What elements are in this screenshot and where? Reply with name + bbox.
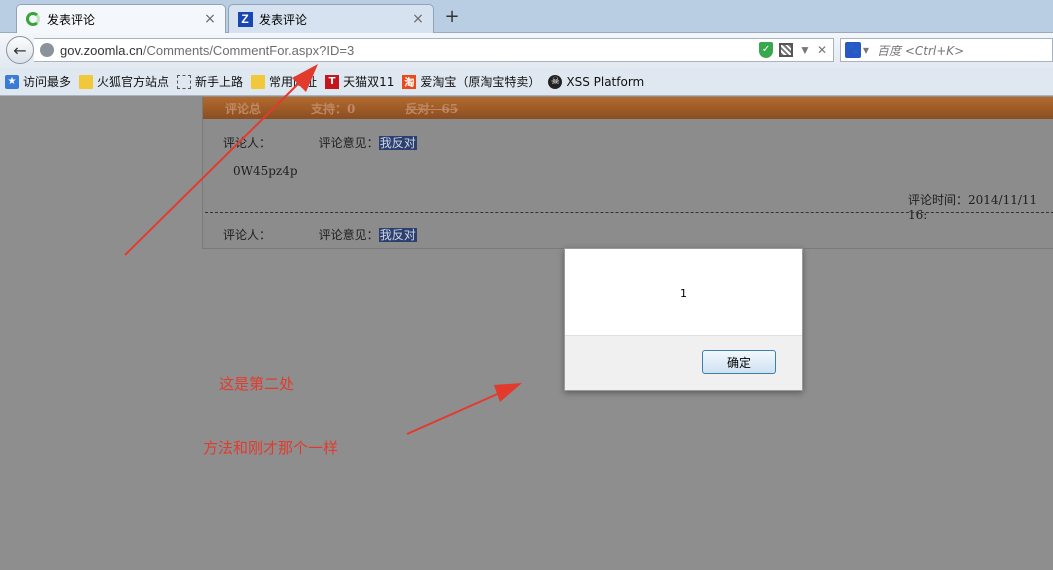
navigation-bar: ← gov.zoomla.cn /Comments/CommentFor.asp… — [0, 33, 1053, 68]
opinion-value: 我反对 — [378, 136, 417, 150]
comment-time: 评论时间：2014/11/11 16: — [908, 193, 1038, 222]
bookmark-xss-platform[interactable]: ☠ XSS Platform — [548, 74, 644, 89]
address-bar[interactable]: gov.zoomla.cn /Comments/CommentFor.aspx?… — [34, 38, 834, 62]
comment-row-2: 评论人： 评论意见：我反对 — [223, 226, 417, 243]
support-count: 支持：0 — [311, 101, 356, 116]
close-icon[interactable]: × — [411, 11, 425, 27]
divider — [205, 212, 1053, 213]
tmall-icon: T — [325, 74, 340, 89]
ok-button[interactable]: 确定 — [702, 350, 776, 374]
folder-icon — [79, 74, 94, 89]
comments-panel: 评论总 支持：0 反对：65 评论人： 评论意见：我反对 0W45pz4p 评论… — [202, 97, 1053, 249]
reviewer-label: 评论人： — [223, 136, 272, 150]
tab-title: 发表评论 — [259, 12, 308, 27]
annotation-note-1: 这是第二处 — [219, 375, 295, 393]
comment-row-1: 评论人： 评论意见：我反对 — [223, 134, 417, 151]
tab-title: 发表评论 — [47, 12, 96, 27]
opinion-label: 评论意见： — [318, 228, 379, 242]
search-placeholder: 百度 <Ctrl+K> — [877, 43, 965, 58]
bookmark-most-visited[interactable]: ★ 访问最多 — [5, 73, 71, 90]
bookmark-tmall[interactable]: T 天猫双11 — [325, 73, 394, 90]
search-engine-dropdown-icon[interactable]: ▾ — [863, 43, 869, 57]
bookmarks-toolbar: ★ 访问最多 火狐官方站点 新手上路 常用网址 T 天猫双11 淘爱淘宝（原淘宝特卖… — [0, 68, 1053, 96]
security-shield-icon[interactable]: ✓ — [759, 42, 774, 58]
taobao-icon: 淘 — [402, 74, 417, 89]
baidu-paw-icon[interactable]: 🐾 — [845, 42, 861, 58]
blank-page-icon — [177, 74, 192, 89]
loading-spinner-icon — [25, 11, 41, 27]
reviewer-label: 评论人： — [223, 228, 272, 242]
page-content: 评论总 支持：0 反对：65 评论人： 评论意见：我反对 0W45pz4p 评论… — [0, 97, 1053, 570]
z-logo-icon: Z — [237, 11, 253, 27]
tab-inactive[interactable]: Z 发表评论 × — [228, 4, 434, 33]
close-icon[interactable]: × — [203, 11, 217, 27]
comment-body: 0W45pz4p — [233, 164, 298, 178]
most-visited-icon: ★ — [5, 74, 19, 89]
back-arrow-icon[interactable]: ← — [6, 36, 34, 64]
bookmark-firefox-site[interactable]: 火狐官方站点 — [79, 73, 169, 90]
tab-active[interactable]: 发表评论 × — [16, 4, 226, 33]
comments-header: 评论总 支持：0 反对：65 — [203, 97, 1053, 119]
globe-icon — [40, 43, 54, 57]
search-box[interactable]: 🐾 ▾ 百度 <Ctrl+K> — [840, 38, 1053, 62]
xss-icon: ☠ — [548, 74, 563, 89]
folder-icon — [251, 74, 266, 89]
alert-dialog: 1 确定 — [564, 248, 803, 391]
stop-close-icon[interactable]: ✕ — [817, 43, 827, 57]
annotation-note-2: 方法和刚才那个一样 — [203, 439, 339, 457]
url-path: /Comments/CommentFor.aspx?ID=3 — [142, 42, 355, 58]
bookmark-taobao[interactable]: 淘爱淘宝（原淘宝特卖） — [402, 73, 540, 90]
opinion-label: 评论意见： — [318, 136, 379, 150]
opinion-value: 我反对 — [378, 228, 417, 242]
bookmark-getting-started[interactable]: 新手上路 — [177, 73, 243, 90]
tab-strip: 发表评论 × Z 发表评论 × + — [0, 0, 1053, 33]
alert-message: 1 — [680, 287, 687, 300]
dropdown-triangle-icon[interactable]: ▼ — [799, 43, 811, 57]
bookmark-common-sites[interactable]: 常用网址 — [251, 73, 317, 90]
url-host: gov.zoomla.cn — [60, 42, 143, 58]
new-tab-plus-icon[interactable]: + — [441, 6, 463, 28]
alert-footer: 确定 — [565, 335, 802, 390]
qr-code-icon[interactable] — [779, 43, 794, 57]
oppose-count: 反对：65 — [405, 101, 459, 116]
comments-total-label: 评论总 — [225, 101, 262, 116]
